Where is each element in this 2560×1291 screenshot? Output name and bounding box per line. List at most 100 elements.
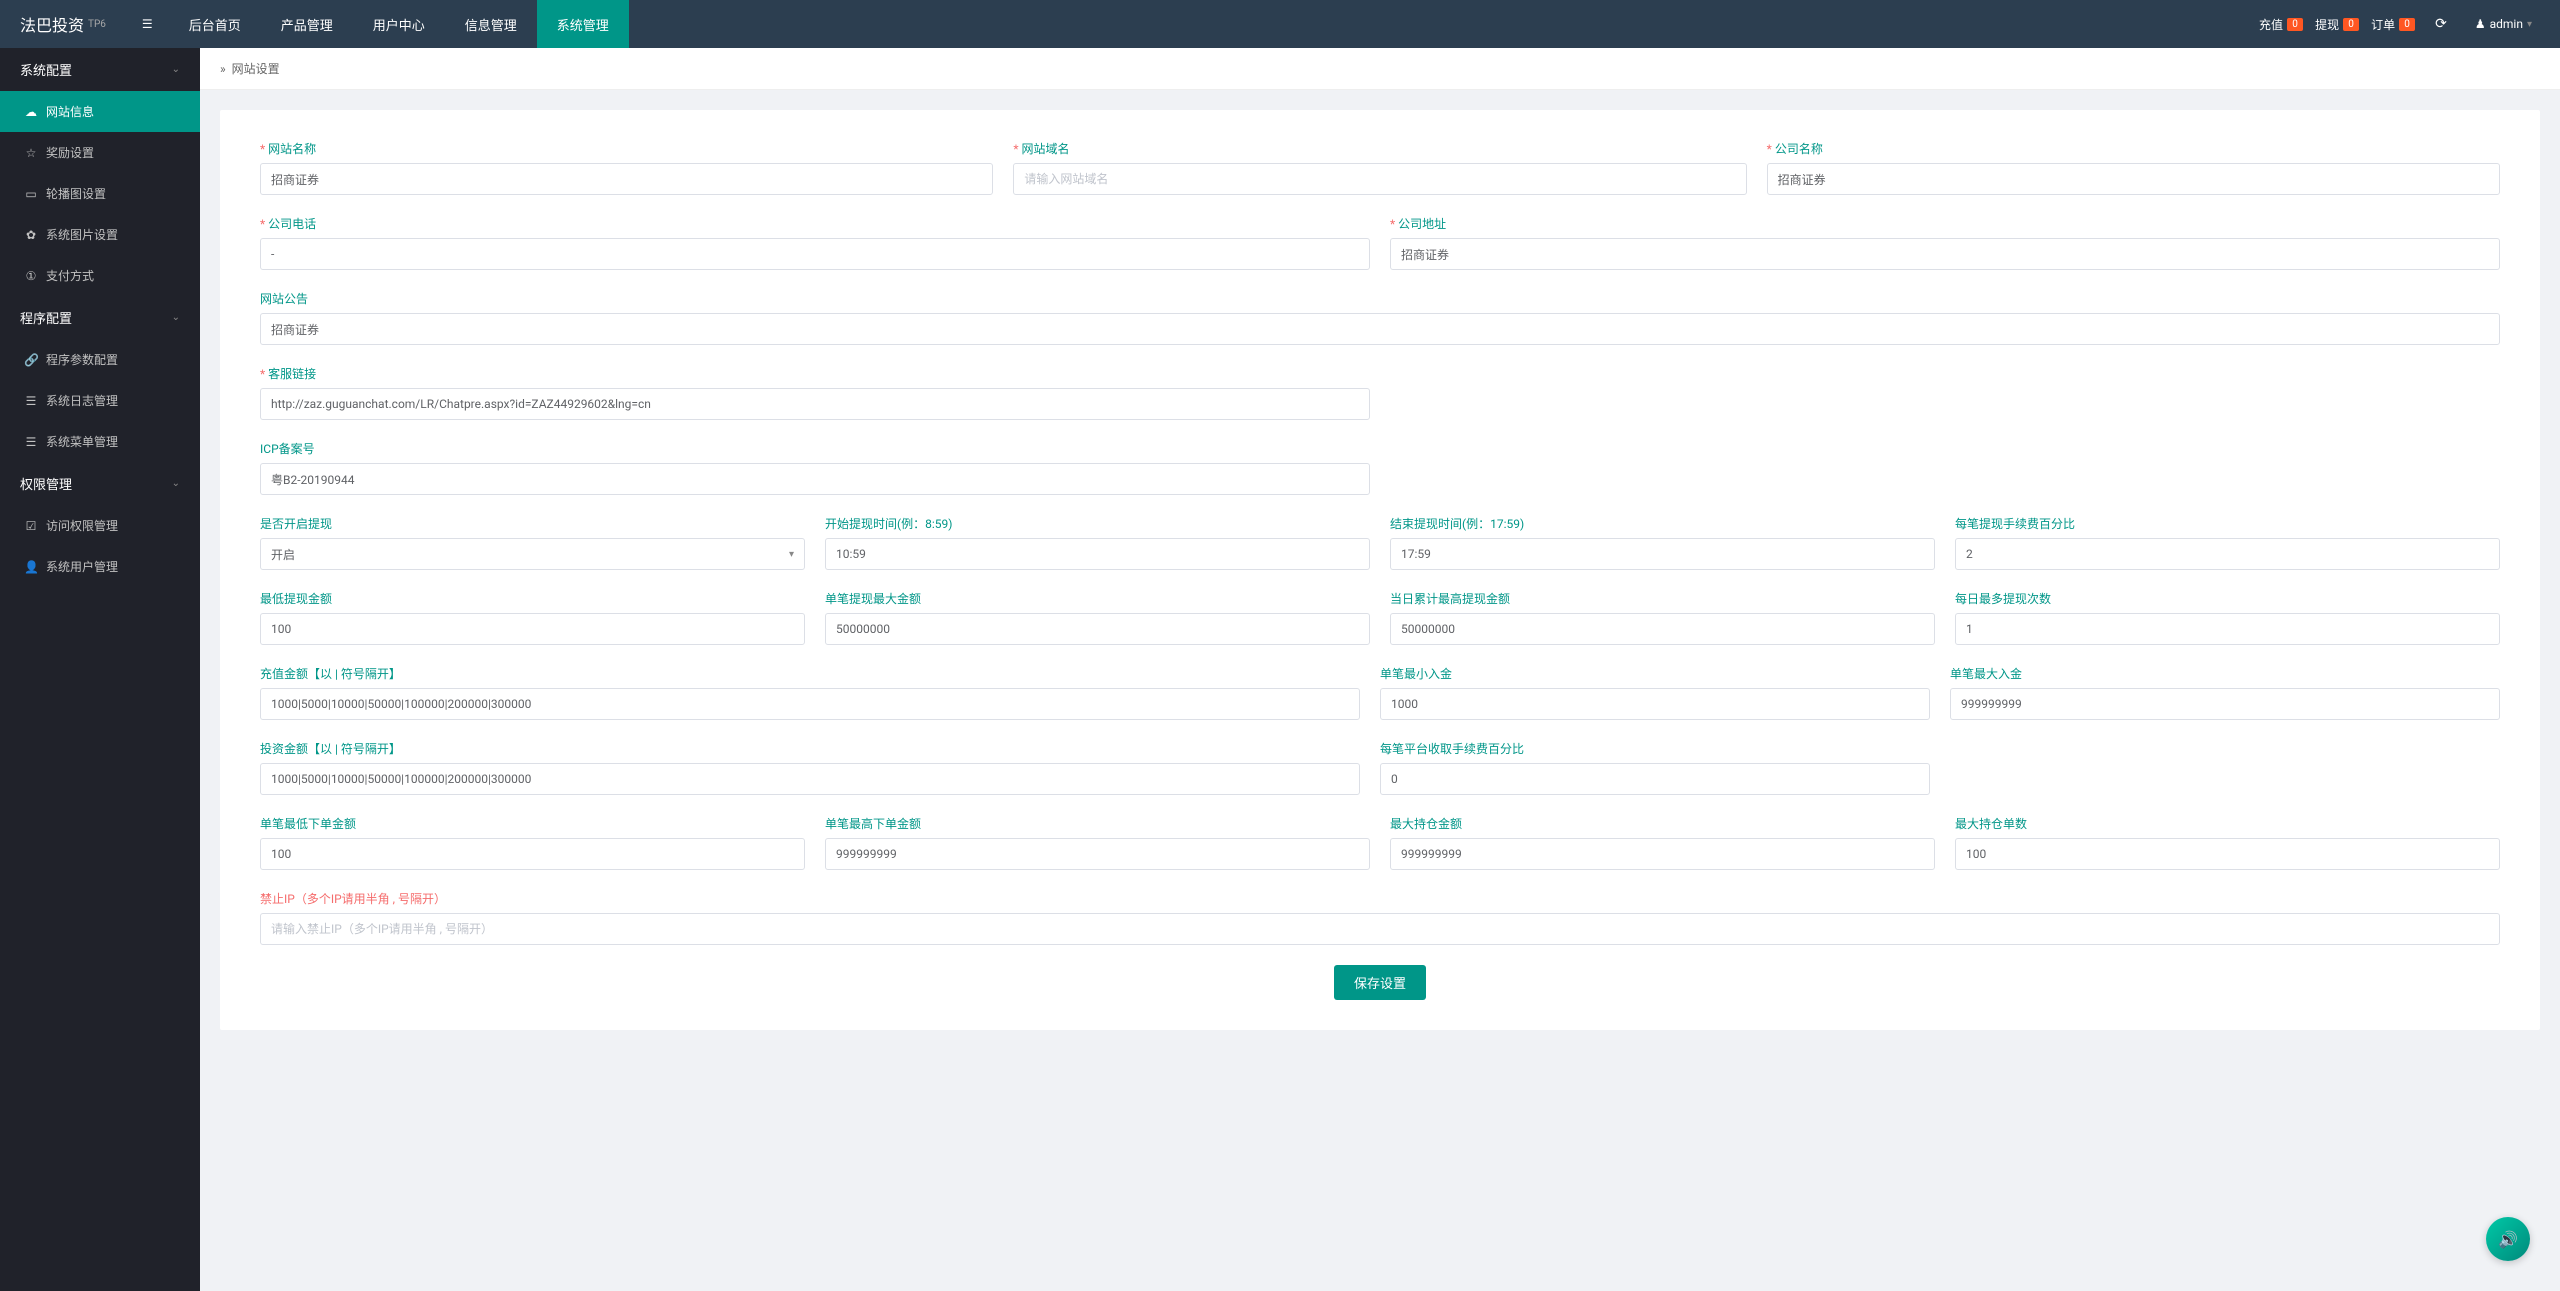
- breadcrumb-text: 网站设置: [232, 60, 280, 77]
- withdraw-count: 0: [2343, 18, 2359, 31]
- site-domain-label: 网站域名: [1013, 140, 1746, 157]
- max-daily-withdraw-count-label: 每日最多提现次数: [1955, 590, 2500, 607]
- sidebar-item[interactable]: 🔗程序参数配置: [0, 339, 200, 380]
- logo: 法巴投资 TP6: [0, 0, 126, 48]
- sidebar-item[interactable]: ☆ 奖励设置: [0, 132, 200, 173]
- site-notice-input[interactable]: [260, 313, 2500, 345]
- platform-fee-input[interactable]: [1380, 763, 1930, 795]
- max-single-deposit-label: 单笔最大入金: [1950, 665, 2500, 682]
- withdraw-enable-select[interactable]: 开启 ▾: [260, 538, 805, 570]
- sidebar-group[interactable]: 权限管理⌄: [0, 462, 200, 505]
- company-name-label: 公司名称: [1767, 140, 2500, 157]
- withdraw-fee-label: 每笔提现手续费百分比: [1955, 515, 2500, 532]
- max-daily-withdraw-label: 当日累计最高提现金额: [1390, 590, 1935, 607]
- min-order-amount-label: 单笔最低下单金额: [260, 815, 805, 832]
- min-withdraw-input[interactable]: [260, 613, 805, 645]
- sidebar-item[interactable]: ☁ 网站信息: [0, 91, 200, 132]
- sidebar-item-label: 奖励设置: [46, 144, 94, 161]
- service-link-input[interactable]: [260, 388, 1370, 420]
- withdraw-enable-label: 是否开启提现: [260, 515, 805, 532]
- sidebar-item[interactable]: ☰系统日志管理: [0, 380, 200, 421]
- invest-amounts-input[interactable]: [260, 763, 1360, 795]
- top-nav-1[interactable]: 产品管理: [261, 0, 353, 48]
- max-daily-withdraw-count-input[interactable]: [1955, 613, 2500, 645]
- top-nav-0[interactable]: 后台首页: [169, 0, 261, 48]
- recharge-count: 0: [2287, 18, 2303, 31]
- order-badge[interactable]: 订单 0: [2371, 16, 2415, 33]
- icp-input[interactable]: [260, 463, 1370, 495]
- sidebar-item[interactable]: ①支付方式: [0, 255, 200, 296]
- max-single-withdraw-label: 单笔提现最大金额: [825, 590, 1370, 607]
- breadcrumb: » 网站设置: [200, 48, 2560, 90]
- sidebar: 系统配置⌄ ☁ 网站信息 ☆ 奖励设置 ▭ 轮播图设置 ✿ 系统图片设置 ①支付方式程序配置⌄🔗程…: [0, 48, 200, 1291]
- top-nav-4[interactable]: 系统管理: [537, 0, 629, 48]
- refresh-icon[interactable]: ⟳: [2427, 16, 2455, 32]
- max-single-deposit-input[interactable]: [1950, 688, 2500, 720]
- sidebar-item-label: 访问权限管理: [46, 517, 118, 534]
- user-icon: ♟: [2475, 17, 2486, 31]
- company-address-input[interactable]: [1390, 238, 2500, 270]
- sidebar-item-label: 支付方式: [46, 267, 94, 284]
- breadcrumb-icon: »: [220, 62, 226, 76]
- user-menu[interactable]: ♟ admin ▾: [2467, 17, 2540, 31]
- sidebar-item-label: 轮播图设置: [46, 185, 106, 202]
- withdraw-fee-input[interactable]: [1955, 538, 2500, 570]
- sidebar-group[interactable]: 系统配置⌄: [0, 48, 200, 91]
- top-nav: 后台首页产品管理用户中心信息管理系统管理: [169, 0, 629, 48]
- sidebar-item-icon: ☰: [24, 394, 38, 408]
- min-order-amount-input[interactable]: [260, 838, 805, 870]
- site-name-input[interactable]: [260, 163, 993, 195]
- recharge-amounts-input[interactable]: [260, 688, 1360, 720]
- withdraw-end-input[interactable]: [1390, 538, 1935, 570]
- ban-ip-input[interactable]: [260, 913, 2500, 945]
- site-domain-input[interactable]: [1013, 163, 1746, 195]
- header-left: 法巴投资 TP6 ☰ 后台首页产品管理用户中心信息管理系统管理: [0, 0, 629, 48]
- sidebar-item-label: 系统菜单管理: [46, 433, 118, 450]
- max-daily-withdraw-input[interactable]: [1390, 613, 1935, 645]
- user-name: admin: [2490, 17, 2523, 31]
- withdraw-enable-value: 开启: [271, 546, 295, 563]
- logo-sup: TP6: [88, 19, 106, 30]
- top-header: 法巴投资 TP6 ☰ 后台首页产品管理用户中心信息管理系统管理 充值 0 提现 …: [0, 0, 2560, 48]
- sidebar-item-icon: 🔗: [24, 353, 38, 367]
- save-button[interactable]: 保存设置: [1334, 965, 1426, 1000]
- sidebar-item-icon: ☆: [24, 146, 38, 160]
- withdraw-badge[interactable]: 提现 0: [2315, 16, 2359, 33]
- sidebar-item-icon: ✿: [24, 228, 38, 242]
- order-count: 0: [2399, 18, 2415, 31]
- fab-button[interactable]: 🔊: [2486, 1217, 2530, 1261]
- site-name-label: 网站名称: [260, 140, 993, 157]
- logo-text: 法巴投资: [20, 12, 84, 36]
- sidebar-item[interactable]: ☰ 系统菜单管理: [0, 421, 200, 462]
- sidebar-item[interactable]: 👤 系统用户管理: [0, 546, 200, 587]
- max-hold-count-input[interactable]: [1955, 838, 2500, 870]
- recharge-badge[interactable]: 充值 0: [2259, 16, 2303, 33]
- sidebar-item-icon: ☑: [24, 519, 38, 533]
- sidebar-group[interactable]: 程序配置⌄: [0, 296, 200, 339]
- sidebar-item-icon: ▭: [24, 187, 38, 201]
- top-nav-3[interactable]: 信息管理: [445, 0, 537, 48]
- max-hold-amount-input[interactable]: [1390, 838, 1935, 870]
- sidebar-item[interactable]: ✿ 系统图片设置: [0, 214, 200, 255]
- sidebar-item-label: 网站信息: [46, 103, 94, 120]
- sidebar-item-label: 系统图片设置: [46, 226, 118, 243]
- menu-toggle-icon[interactable]: ☰: [126, 0, 169, 48]
- withdraw-start-input[interactable]: [825, 538, 1370, 570]
- sidebar-item-icon: ☁: [24, 105, 38, 119]
- max-order-amount-label: 单笔最高下单金额: [825, 815, 1370, 832]
- sidebar-item-icon: 👤: [24, 560, 38, 574]
- company-phone-input[interactable]: [260, 238, 1370, 270]
- sidebar-item-icon: ☰: [24, 435, 38, 449]
- max-single-withdraw-input[interactable]: [825, 613, 1370, 645]
- company-name-input[interactable]: [1767, 163, 2500, 195]
- top-nav-2[interactable]: 用户中心: [353, 0, 445, 48]
- recharge-amounts-label: 充值金额【以 | 符号隔开】: [260, 665, 1360, 682]
- icp-label: ICP备案号: [260, 440, 1370, 457]
- max-order-amount-input[interactable]: [825, 838, 1370, 870]
- withdraw-label: 提现: [2315, 16, 2339, 33]
- sidebar-item[interactable]: ☑ 访问权限管理: [0, 505, 200, 546]
- sound-icon: 🔊: [2498, 1230, 2518, 1249]
- min-single-deposit-input[interactable]: [1380, 688, 1930, 720]
- sidebar-item-label: 系统用户管理: [46, 558, 118, 575]
- sidebar-item[interactable]: ▭ 轮播图设置: [0, 173, 200, 214]
